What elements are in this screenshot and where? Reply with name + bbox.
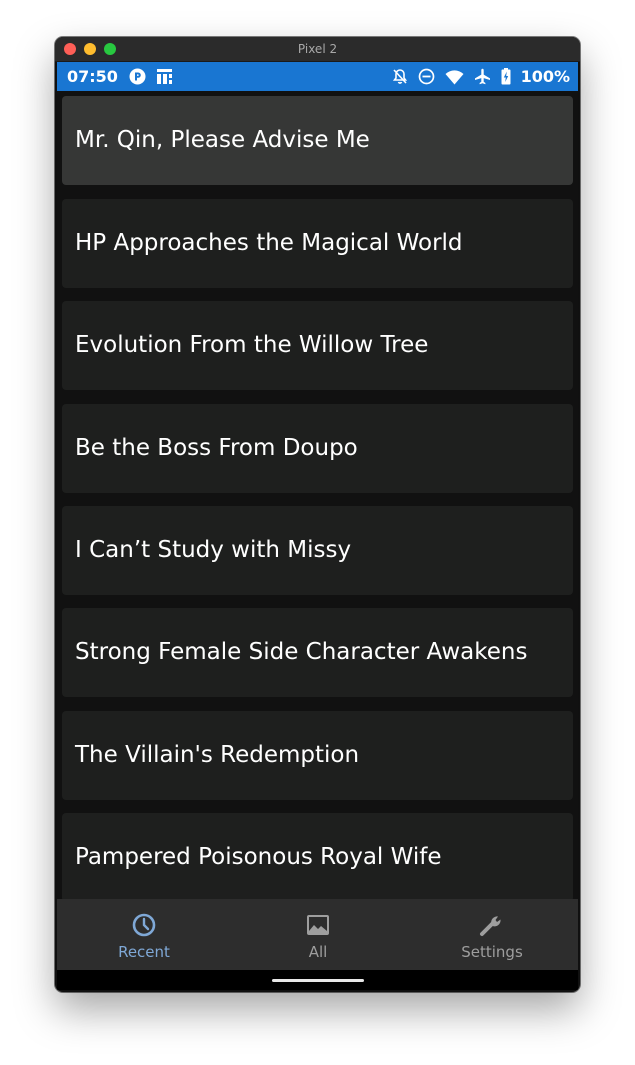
wrench-icon (480, 916, 501, 936)
window-titlebar: Pixel 2 (55, 37, 580, 62)
book-list-item[interactable]: The Villain's Redemption (62, 711, 573, 800)
book-title: Pampered Poisonous Royal Wife (75, 844, 442, 870)
book-title: Evolution From the Willow Tree (75, 332, 429, 358)
battery-charging-icon (501, 68, 511, 85)
emulator-window: Pixel 2 07:50 100% Mr. Qin, Please Advis… (55, 37, 580, 992)
nav-label-settings: Settings (461, 943, 523, 961)
nav-tab-all[interactable]: All (231, 899, 405, 970)
bottom-navigation: Recent All Settings (57, 899, 578, 970)
battery-percentage: 100% (520, 67, 570, 86)
book-list-item[interactable]: Be the Boss From Doupo (62, 404, 573, 493)
gesture-home-bar[interactable] (272, 979, 364, 982)
image-icon (307, 915, 329, 935)
wifi-icon (445, 69, 464, 84)
book-title: The Villain's Redemption (75, 742, 360, 768)
notifications-off-icon (392, 69, 407, 84)
nav-label-all: All (308, 943, 328, 961)
window-title: Pixel 2 (297, 42, 338, 56)
book-list-item[interactable]: Mr. Qin, Please Advise Me (62, 96, 573, 185)
book-title: Strong Female Side Character Awakens (75, 639, 528, 665)
app-notification-icon (157, 69, 172, 84)
book-title: Mr. Qin, Please Advise Me (75, 127, 370, 153)
pocket-casts-icon (129, 68, 146, 85)
book-list-item[interactable]: HP Approaches the Magical World (62, 199, 573, 288)
status-time: 07:50 (67, 67, 118, 86)
nav-label-recent: Recent (118, 943, 170, 961)
status-right-icons: 100% (392, 62, 570, 91)
clock-icon (132, 913, 156, 937)
book-title: HP Approaches the Magical World (75, 230, 463, 256)
status-left-icons (129, 68, 173, 85)
book-title: I Can’t Study with Missy (75, 537, 352, 563)
airplane-mode-icon (474, 68, 490, 85)
book-title: Be the Boss From Doupo (75, 435, 358, 461)
do-not-disturb-icon (418, 68, 434, 85)
book-list-item[interactable]: Evolution From the Willow Tree (62, 301, 573, 390)
book-list-item[interactable]: I Can’t Study with Missy (62, 506, 573, 595)
nav-tab-recent[interactable]: Recent (57, 899, 231, 970)
book-list-item[interactable]: Strong Female Side Character Awakens (62, 608, 573, 697)
recent-books-list[interactable]: Mr. Qin, Please Advise Me HP Approaches … (57, 91, 578, 936)
book-list-item[interactable]: Pampered Poisonous Royal Wife (62, 813, 573, 902)
status-bar: 07:50 100% (57, 62, 578, 91)
system-navigation-area (57, 970, 578, 990)
nav-tab-settings[interactable]: Settings (405, 899, 579, 970)
